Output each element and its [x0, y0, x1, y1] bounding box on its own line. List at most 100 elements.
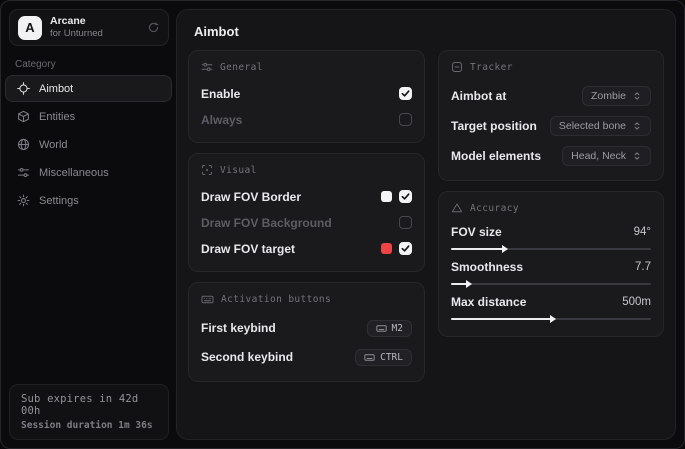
setting-label: Smoothness [451, 260, 523, 274]
accuracy-card: Accuracy FOV size 94° Smoothness [438, 191, 664, 337]
max-distance-group: Max distance 500m [451, 294, 651, 320]
app-name: Arcane [50, 16, 139, 28]
aimbot-at-select[interactable]: Zombie [582, 86, 651, 106]
brand-card: A Arcane for Unturned [9, 9, 169, 46]
sidebar-item-entities[interactable]: Entities [5, 103, 172, 130]
setting-label: Aimbot at [451, 89, 506, 103]
cube-icon [17, 110, 30, 123]
sidebar-item-label: World [39, 139, 68, 151]
sidebar-item-label: Settings [39, 195, 79, 207]
chevrons-up-down-icon [632, 121, 642, 131]
fov-size-slider[interactable] [451, 248, 651, 250]
fov-border-checkbox[interactable] [399, 190, 412, 203]
sidebar: A Arcane for Unturned Category Aimbot [1, 1, 176, 448]
keybind-value: M2 [392, 323, 403, 334]
setting-label: Draw FOV Border [201, 190, 301, 204]
tracker-card: Tracker Aimbot at Zombie Target position [438, 50, 664, 181]
max-distance-slider[interactable] [451, 318, 651, 320]
select-value: Head, Neck [571, 150, 626, 162]
card-title: Tracker [470, 62, 513, 73]
card-title: General [220, 62, 263, 73]
keyboard-icon [376, 323, 387, 334]
setting-row-target-position: Target position Selected bone [451, 113, 651, 138]
first-keybind-button[interactable]: M2 [367, 320, 412, 337]
sidebar-item-miscellaneous[interactable]: Miscellaneous [5, 159, 172, 186]
app-window: A Arcane for Unturned Category Aimbot [0, 0, 685, 449]
sidebar-item-aimbot[interactable]: Aimbot [5, 75, 172, 102]
sidebar-item-label: Aimbot [39, 83, 73, 95]
activation-card: Activation buttons First keybind M2 Seco… [188, 282, 425, 382]
setting-row-second-keybind: Second keybind CTRL [201, 345, 412, 369]
setting-label: FOV size [451, 225, 502, 239]
sub-expiry-text: Sub expires in 42d 00h [21, 393, 157, 417]
smoothness-group: Smoothness 7.7 [451, 259, 651, 285]
setting-label: First keybind [201, 321, 276, 335]
chevrons-up-down-icon [632, 91, 642, 101]
fov-target-checkbox[interactable] [399, 242, 412, 255]
select-value: Selected bone [559, 120, 626, 132]
sliders-icon [17, 166, 30, 179]
page-title: Aimbot [194, 24, 675, 39]
sidebar-item-settings[interactable]: Settings [5, 187, 172, 214]
sidebar-item-world[interactable]: World [5, 131, 172, 158]
setting-row-aimbot-at: Aimbot at Zombie [451, 83, 651, 108]
second-keybind-button[interactable]: CTRL [355, 349, 412, 366]
triangle-icon [451, 202, 463, 214]
session-duration-text: Session duration 1m 36s [21, 420, 157, 431]
enable-checkbox[interactable] [399, 87, 412, 100]
target-position-select[interactable]: Selected bone [550, 116, 651, 136]
setting-label: Second keybind [201, 350, 293, 364]
keyboard-icon [364, 352, 375, 363]
fov-target-color-swatch[interactable] [381, 243, 392, 254]
always-checkbox[interactable] [399, 113, 412, 126]
fov-size-group: FOV size 94° [451, 224, 651, 250]
sidebar-item-label: Miscellaneous [39, 167, 109, 179]
general-icon [201, 61, 213, 73]
setting-label: Target position [451, 119, 537, 133]
select-value: Zombie [591, 90, 626, 102]
tracker-icon [451, 61, 463, 73]
setting-row-enable: Enable [201, 83, 412, 104]
setting-label: Draw FOV target [201, 242, 295, 256]
crosshair-icon [17, 82, 30, 95]
setting-label: Always [201, 113, 242, 127]
setting-label: Model elements [451, 149, 541, 163]
fov-border-color-swatch[interactable] [381, 191, 392, 202]
card-title: Accuracy [470, 203, 519, 214]
keybind-value: CTRL [380, 352, 403, 363]
slider-fill [451, 283, 467, 285]
setting-label: Max distance [451, 295, 526, 309]
visual-icon [201, 164, 213, 176]
setting-row-first-keybind: First keybind M2 [201, 316, 412, 340]
setting-label: Enable [201, 87, 240, 101]
smoothness-slider[interactable] [451, 283, 651, 285]
subscription-card: Sub expires in 42d 00h Session duration … [9, 384, 169, 440]
fov-background-checkbox[interactable] [399, 216, 412, 229]
category-label: Category [15, 59, 176, 70]
gear-icon [17, 194, 30, 207]
max-distance-value: 500m [622, 296, 651, 308]
globe-icon [17, 138, 30, 151]
app-subtitle: for Unturned [50, 29, 139, 39]
main-panel: Aimbot General Enable [176, 9, 676, 440]
sidebar-nav: Aimbot Entities World Miscellaneous [5, 75, 172, 214]
slider-fill [451, 318, 551, 320]
slider-fill [451, 248, 503, 250]
card-title: Activation buttons [221, 294, 331, 305]
card-title: Visual [220, 165, 257, 176]
setting-row-always: Always [201, 109, 412, 130]
visual-card: Visual Draw FOV Border Draw FOV Backgrou… [188, 153, 425, 272]
setting-row-model-elements: Model elements Head, Neck [451, 143, 651, 168]
smoothness-value: 7.7 [635, 261, 651, 273]
chevrons-up-down-icon [632, 151, 642, 161]
setting-row-fov-border: Draw FOV Border [201, 186, 412, 207]
general-card: General Enable Always [188, 50, 425, 143]
setting-row-fov-background: Draw FOV Background [201, 212, 412, 233]
model-elements-select[interactable]: Head, Neck [562, 146, 651, 166]
fov-size-value: 94° [634, 226, 651, 238]
keyboard-icon [201, 293, 214, 306]
setting-row-fov-target: Draw FOV target [201, 238, 412, 259]
app-logo: A [18, 16, 42, 40]
setting-label: Draw FOV Background [201, 216, 332, 230]
refresh-icon[interactable] [147, 21, 160, 34]
